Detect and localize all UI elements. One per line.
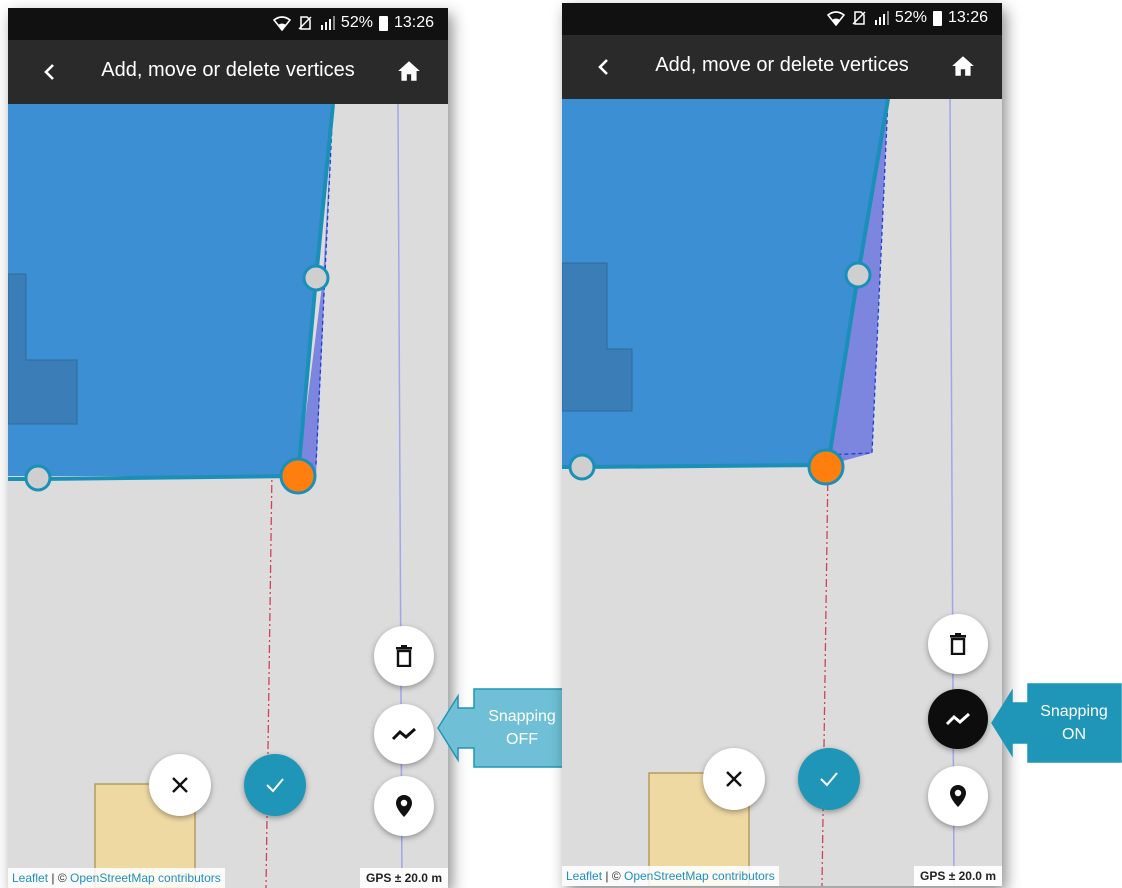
active-vertex[interactable] (279, 457, 317, 495)
map-attribution: Leaflet | © OpenStreetMap contributors (562, 866, 779, 886)
home-icon[interactable] (396, 58, 422, 84)
wifi-icon (272, 16, 291, 31)
add-vertex-location-button[interactable] (374, 776, 434, 836)
callout-snapping-off: Snapping OFF (436, 688, 572, 768)
vertex-handle[interactable] (844, 261, 872, 289)
delete-button[interactable] (928, 614, 988, 674)
road-line (397, 104, 403, 888)
map-view[interactable]: Leaflet | © OpenStreetMap contributors G… (562, 99, 1002, 886)
clock: 13:26 (393, 14, 434, 31)
location-pin-icon (396, 795, 412, 817)
signal-icon (874, 11, 889, 25)
leaflet-link[interactable]: Leaflet (566, 869, 602, 883)
page-title: Add, move or delete vertices (101, 59, 355, 81)
vertex-handle[interactable] (302, 264, 330, 292)
callout-line1: Snapping (488, 708, 556, 725)
vertex-handle[interactable] (24, 464, 52, 492)
trash-icon (396, 645, 412, 667)
snapping-toggle-button[interactable] (374, 704, 434, 764)
callout-snapping-on: Snapping ON (990, 683, 1122, 763)
gps-accuracy: GPS ± 20.0 m (360, 868, 448, 888)
snapping-icon (945, 712, 970, 726)
confirm-button[interactable] (244, 754, 306, 816)
add-vertex-location-button[interactable] (928, 766, 988, 826)
callout-line1: Snapping (1040, 703, 1108, 720)
callout-line2: OFF (506, 731, 538, 748)
vertex-handle[interactable] (568, 453, 596, 481)
attribution-separator: | © (602, 869, 624, 883)
snapping-toggle-button[interactable] (928, 689, 988, 749)
cancel-button[interactable] (149, 754, 211, 816)
close-icon (172, 777, 188, 793)
location-pin-icon (950, 785, 966, 807)
map-attribution: Leaflet | © OpenStreetMap contributors (8, 868, 225, 888)
active-vertex[interactable] (807, 448, 845, 486)
back-icon[interactable] (38, 60, 62, 84)
battery-percent: 52% (894, 9, 927, 26)
leaflet-link[interactable]: Leaflet (12, 871, 48, 885)
snapping-icon (391, 727, 416, 741)
back-icon[interactable] (592, 55, 616, 79)
map-canvas (562, 99, 955, 886)
page-title: Add, move or delete vertices (655, 54, 909, 76)
cancel-button[interactable] (703, 748, 765, 810)
no-sim-icon (298, 16, 312, 30)
osm-link[interactable]: OpenStreetMap contributors (624, 869, 775, 883)
trash-icon (950, 633, 966, 655)
osm-link[interactable]: OpenStreetMap contributors (70, 871, 221, 885)
map-canvas (8, 104, 403, 888)
map-view[interactable]: Leaflet | © OpenStreetMap contributors G… (8, 104, 448, 888)
screen-snapping-on: 52% 13:26 Add, move or delete vertices L… (562, 3, 1002, 886)
no-sim-icon (852, 11, 866, 25)
check-icon (820, 772, 838, 787)
gps-accuracy: GPS ± 20.0 m (914, 866, 1002, 886)
delete-button[interactable] (374, 626, 434, 686)
signal-icon (320, 16, 335, 30)
snap-guide-line (821, 466, 829, 886)
callout-line2: ON (1062, 726, 1086, 743)
home-icon[interactable] (950, 53, 976, 79)
wifi-icon (826, 11, 845, 26)
close-icon (726, 771, 742, 787)
status-bar: 52% 13:26 (8, 8, 448, 40)
status-bar: 52% 13:26 (562, 3, 1002, 35)
clock: 13:26 (947, 9, 988, 26)
screen-snapping-off: 52% 13:26 Add, move or delete vertices L… (8, 8, 448, 888)
check-icon (266, 778, 284, 793)
attribution-separator: | © (48, 871, 70, 885)
app-bar: Add, move or delete vertices (562, 35, 1002, 99)
app-bar: Add, move or delete vertices (8, 40, 448, 104)
confirm-button[interactable] (798, 748, 860, 810)
snap-guide-line (265, 468, 273, 888)
battery-percent: 52% (340, 14, 373, 31)
battery-icon (378, 15, 388, 31)
battery-icon (932, 10, 942, 26)
